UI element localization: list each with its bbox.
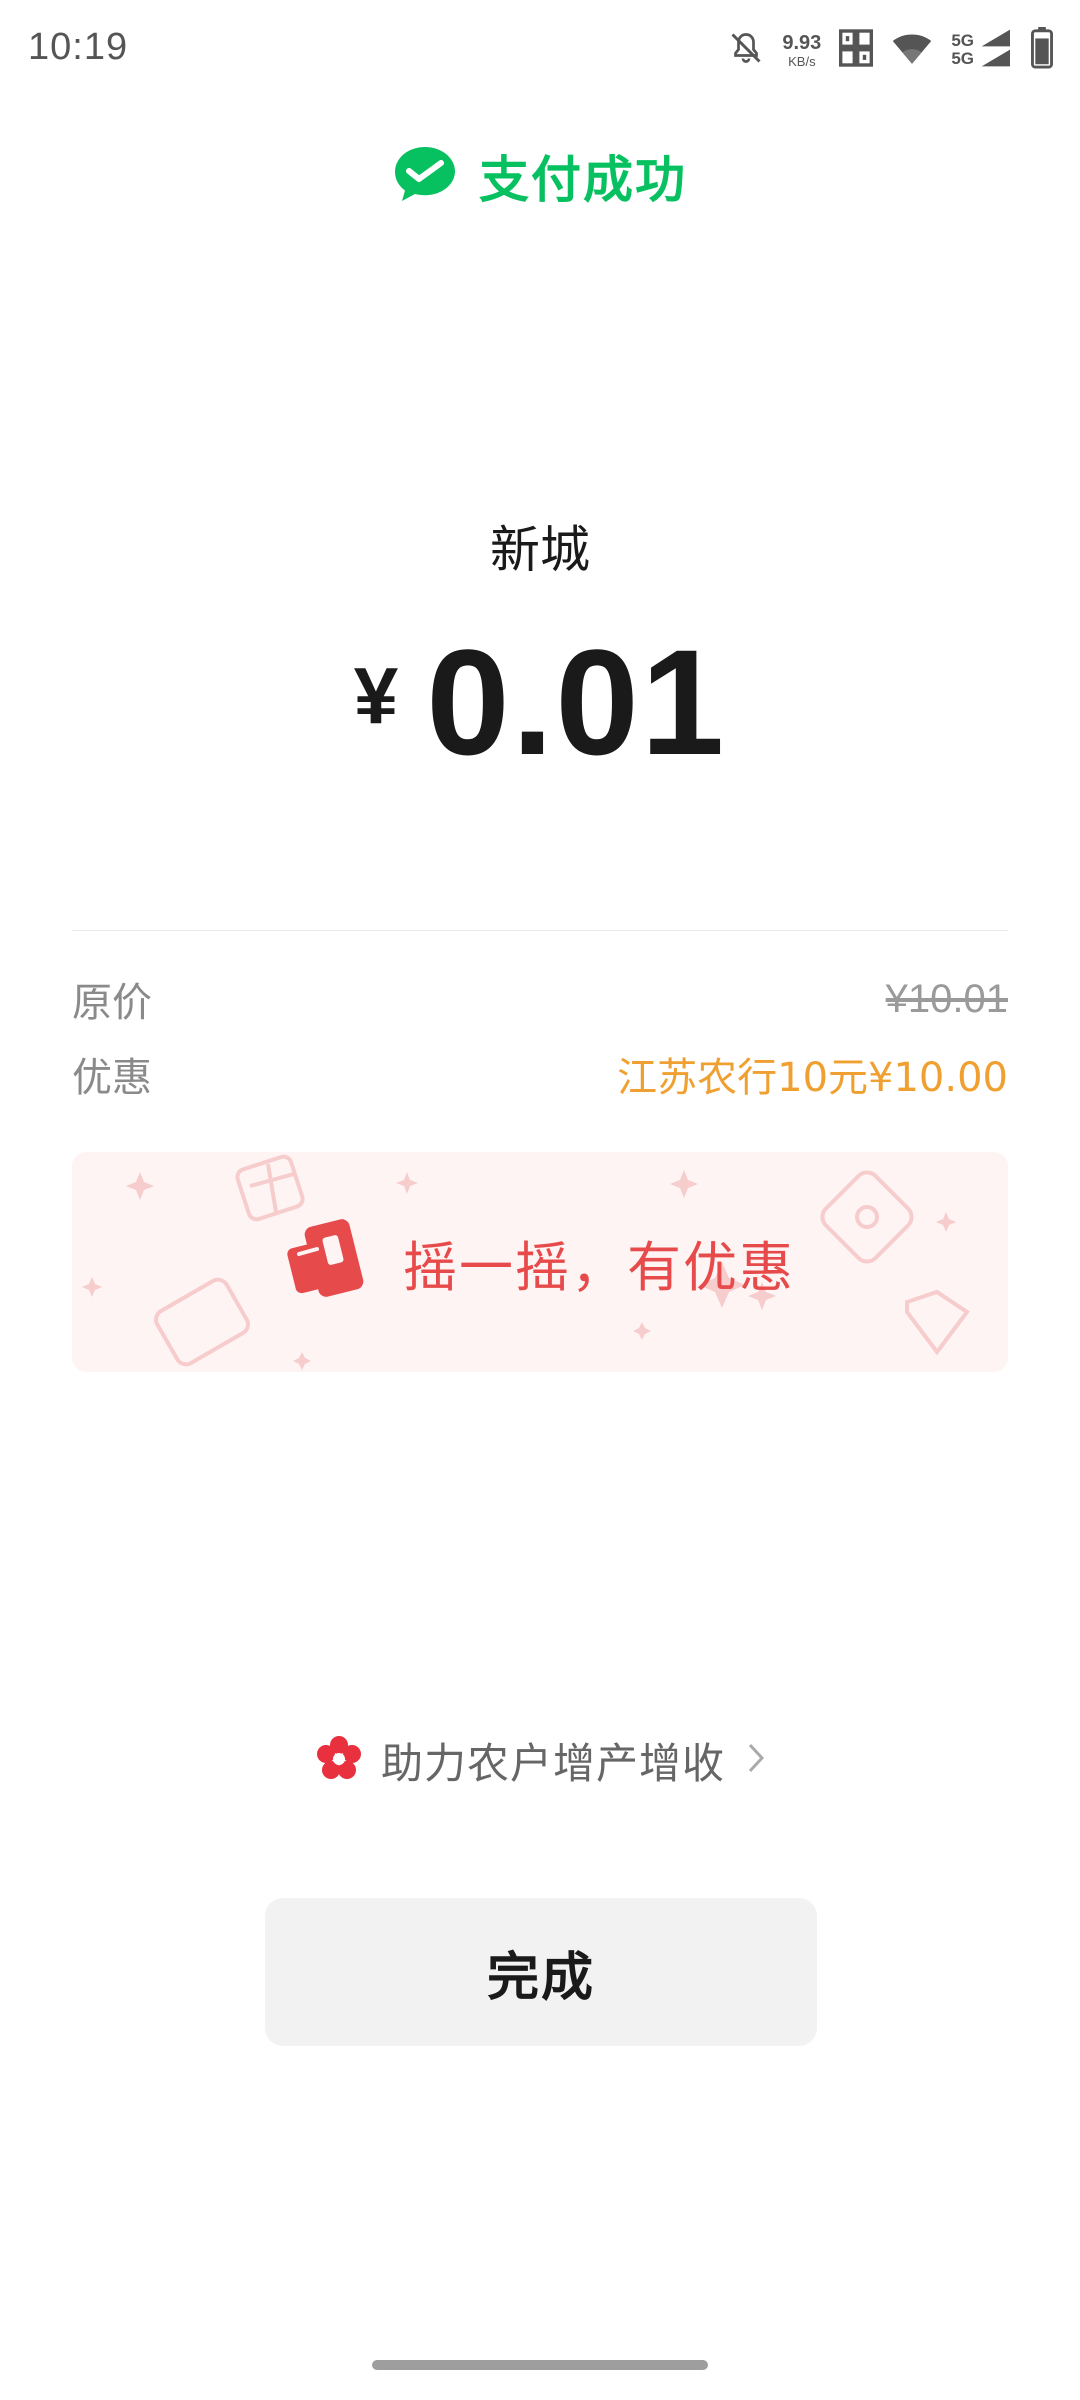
chevron-right-icon	[747, 1739, 765, 1783]
currency-symbol: ¥	[353, 651, 399, 740]
red-flower-icon	[315, 1735, 363, 1787]
network-speed: 9.93 KB/s	[782, 33, 821, 68]
discount-label: 优惠	[72, 1055, 152, 1101]
original-price-label: 原价	[72, 980, 152, 1026]
shake-phone-icon	[285, 1214, 377, 1310]
wifi-icon	[891, 30, 933, 70]
status-icons: 9.93 KB/s 5G 5G	[728, 22, 1054, 78]
done-button[interactable]: 完成	[265, 1898, 817, 2046]
amount-value: 0.01	[426, 618, 727, 786]
status-bar: 10:19 9.93 KB/s 5G 5G	[0, 0, 1080, 100]
success-header: 支付成功	[0, 140, 1080, 212]
sim-2-type: 5G	[951, 49, 974, 68]
bell-off-icon	[728, 30, 764, 70]
merchant-name: 新城	[490, 521, 590, 579]
battery-icon	[1030, 27, 1054, 73]
sim-network-type: 5G 5G	[951, 32, 974, 68]
payment-amount: ¥ 0.01	[0, 620, 1080, 785]
divider	[72, 930, 1008, 931]
home-indicator[interactable]	[372, 2360, 708, 2370]
original-price-value: ¥10.01	[885, 976, 1008, 1021]
wechat-pay-icon	[393, 145, 457, 207]
network-speed-value: 9.93	[782, 31, 822, 54]
original-price-row: 原价 ¥10.01	[72, 970, 1008, 1028]
shake-promo-banner[interactable]: 摇一摇，有优惠	[72, 1152, 1008, 1372]
cellular-signal-icon	[978, 28, 1012, 72]
help-link-text: 助力农户增产增收	[380, 1739, 725, 1788]
network-speed-unit: KB/s	[788, 53, 816, 69]
discount-row: 优惠 江苏农行10元¥10.00	[72, 1045, 1008, 1103]
page-title: 支付成功	[479, 151, 687, 209]
payment-success-page: 10:19 9.93 KB/s 5G 5G 支付成功 新城 ¥ 0.01 原价 …	[0, 0, 1080, 2400]
status-time: 10:19	[28, 26, 129, 68]
promo-text: 摇一摇，有优惠	[403, 1235, 795, 1299]
nfc-icon	[839, 29, 874, 71]
discount-value: 江苏农行10元¥10.00	[617, 1055, 1008, 1101]
help-farmers-link[interactable]: 助力农户增产增收	[0, 1730, 1080, 1791]
sim-1-type: 5G	[951, 31, 974, 51]
